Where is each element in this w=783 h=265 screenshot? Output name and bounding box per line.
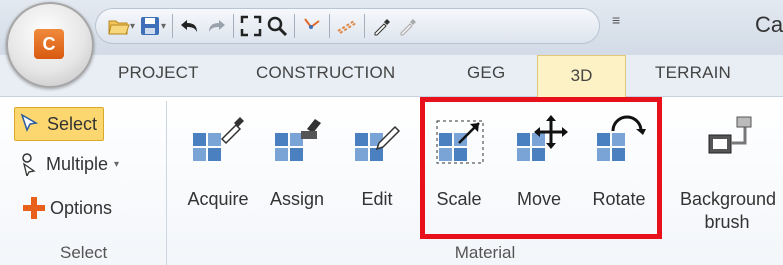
multiple-button-label: Multiple bbox=[46, 153, 109, 174]
edit-button-label: Edit bbox=[361, 189, 393, 209]
tab-geg[interactable]: GEG bbox=[467, 63, 505, 83]
tab-terrain[interactable]: TERRAIN bbox=[655, 63, 731, 83]
acquire-button[interactable]: Acquire bbox=[183, 109, 253, 229]
background-brush-label-line1: Background bbox=[680, 189, 777, 209]
tab-project[interactable]: PROJECT bbox=[118, 63, 199, 83]
snap-icon[interactable] bbox=[299, 13, 325, 39]
background-brush-button[interactable]: Background brush bbox=[680, 109, 777, 232]
open-folder-icon[interactable] bbox=[106, 13, 132, 39]
options-button[interactable]: Options bbox=[22, 196, 112, 220]
eyedropper-icon[interactable] bbox=[369, 13, 395, 39]
application-menu-button[interactable]: C bbox=[6, 2, 94, 88]
zoom-icon[interactable] bbox=[264, 13, 290, 39]
multiple-button[interactable]: Multiple ▾ bbox=[20, 152, 119, 176]
group-divider bbox=[166, 101, 167, 265]
background-brush-icon bbox=[708, 116, 752, 154]
redo-icon[interactable] bbox=[203, 13, 229, 39]
layers-icon[interactable] bbox=[334, 13, 360, 39]
undo-icon[interactable] bbox=[177, 13, 203, 39]
customize-qat-icon[interactable]: ≡ bbox=[612, 12, 620, 28]
select-button[interactable]: Select bbox=[14, 107, 105, 141]
plus-icon bbox=[23, 197, 45, 219]
cursor-icon bbox=[20, 113, 39, 132]
ribbon-panel: Select Multiple ▾ Options Select Acquire… bbox=[0, 96, 783, 265]
material-edit-icon bbox=[355, 125, 401, 161]
app-logo: C bbox=[34, 29, 64, 59]
tab-3d[interactable]: 3D bbox=[537, 55, 626, 98]
material-group-label: Material bbox=[454, 243, 516, 262]
multiple-select-icon bbox=[22, 153, 36, 176]
acquire-button-label: Acquire bbox=[187, 189, 249, 209]
ribbon-tabs: PROJECT CONSTRUCTION GEG 3D TERRAIN bbox=[0, 55, 783, 98]
highlight-box bbox=[420, 97, 662, 239]
options-button-label: Options bbox=[50, 197, 113, 218]
zoom-extents-icon[interactable] bbox=[238, 13, 264, 39]
assign-button-label: Assign bbox=[269, 189, 325, 209]
eyedropper-disabled-icon[interactable] bbox=[395, 13, 421, 39]
background-brush-label-line2: brush bbox=[704, 212, 750, 232]
save-icon[interactable] bbox=[137, 13, 163, 39]
select-group-label: Select bbox=[60, 243, 108, 262]
edit-button[interactable]: Edit bbox=[342, 109, 412, 229]
chevron-down-icon: ▾ bbox=[114, 158, 120, 170]
select-button-label: Select bbox=[47, 113, 98, 134]
window-title: Ca bbox=[755, 12, 783, 37]
material-acquire-icon bbox=[193, 117, 244, 161]
chevron-down-icon[interactable]: ▾ bbox=[130, 21, 135, 32]
tab-construction[interactable]: CONSTRUCTION bbox=[256, 63, 395, 83]
quick-access-toolbar: ▾ ▾ bbox=[95, 8, 600, 44]
chevron-down-icon[interactable]: ▾ bbox=[161, 21, 166, 32]
material-assign-icon bbox=[275, 119, 321, 161]
assign-button[interactable]: Assign bbox=[262, 109, 332, 229]
